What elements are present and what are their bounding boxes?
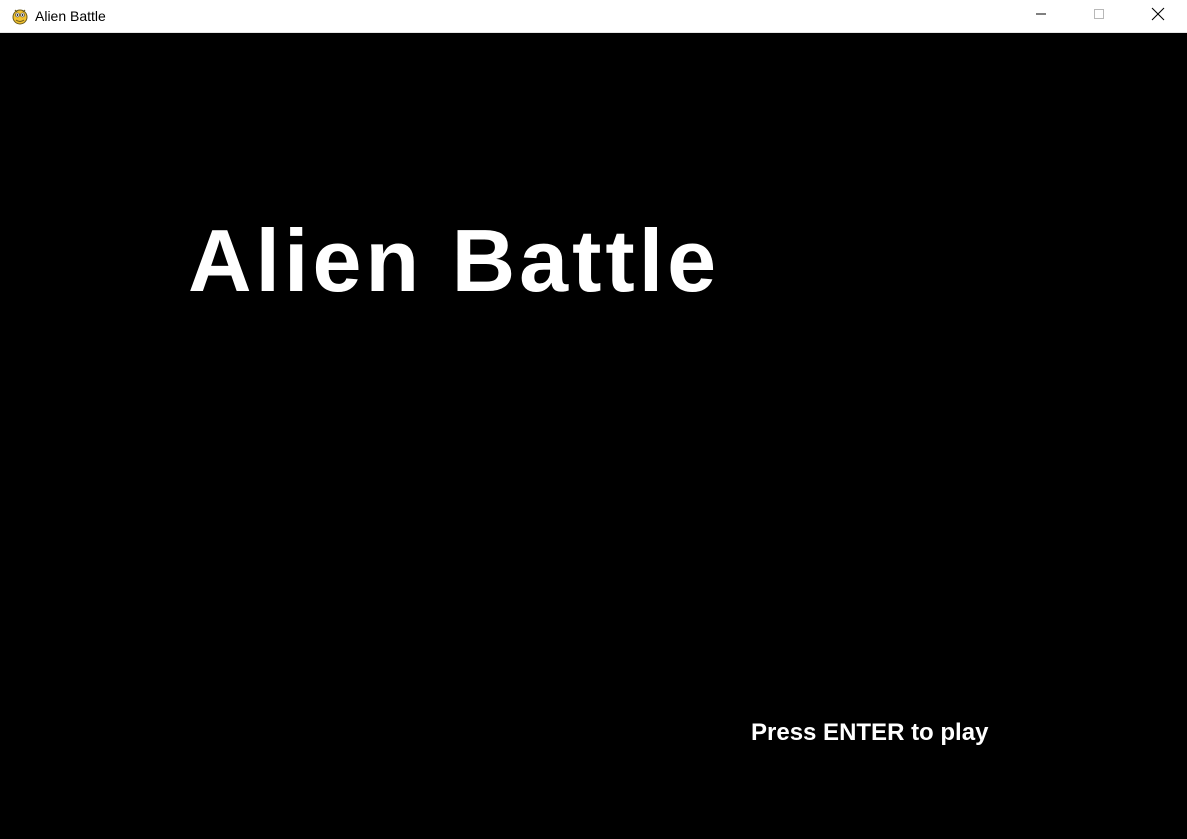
start-prompt: Press ENTER to play xyxy=(751,719,989,746)
minimize-button[interactable] xyxy=(1012,0,1070,32)
minimize-icon xyxy=(1035,7,1047,25)
app-window: Alien Battle Alien Battle Press ENTER to… xyxy=(0,0,1187,839)
title-bar[interactable]: Alien Battle xyxy=(0,0,1187,33)
maximize-button[interactable] xyxy=(1070,0,1128,32)
pygame-snake-icon xyxy=(10,6,30,26)
close-button[interactable] xyxy=(1129,0,1187,32)
game-title: Alien Battle xyxy=(188,211,721,310)
maximize-icon xyxy=(1093,7,1105,25)
game-canvas[interactable]: Alien Battle Press ENTER to play xyxy=(0,34,1187,839)
window-title: Alien Battle xyxy=(35,8,106,24)
close-icon xyxy=(1151,7,1165,26)
